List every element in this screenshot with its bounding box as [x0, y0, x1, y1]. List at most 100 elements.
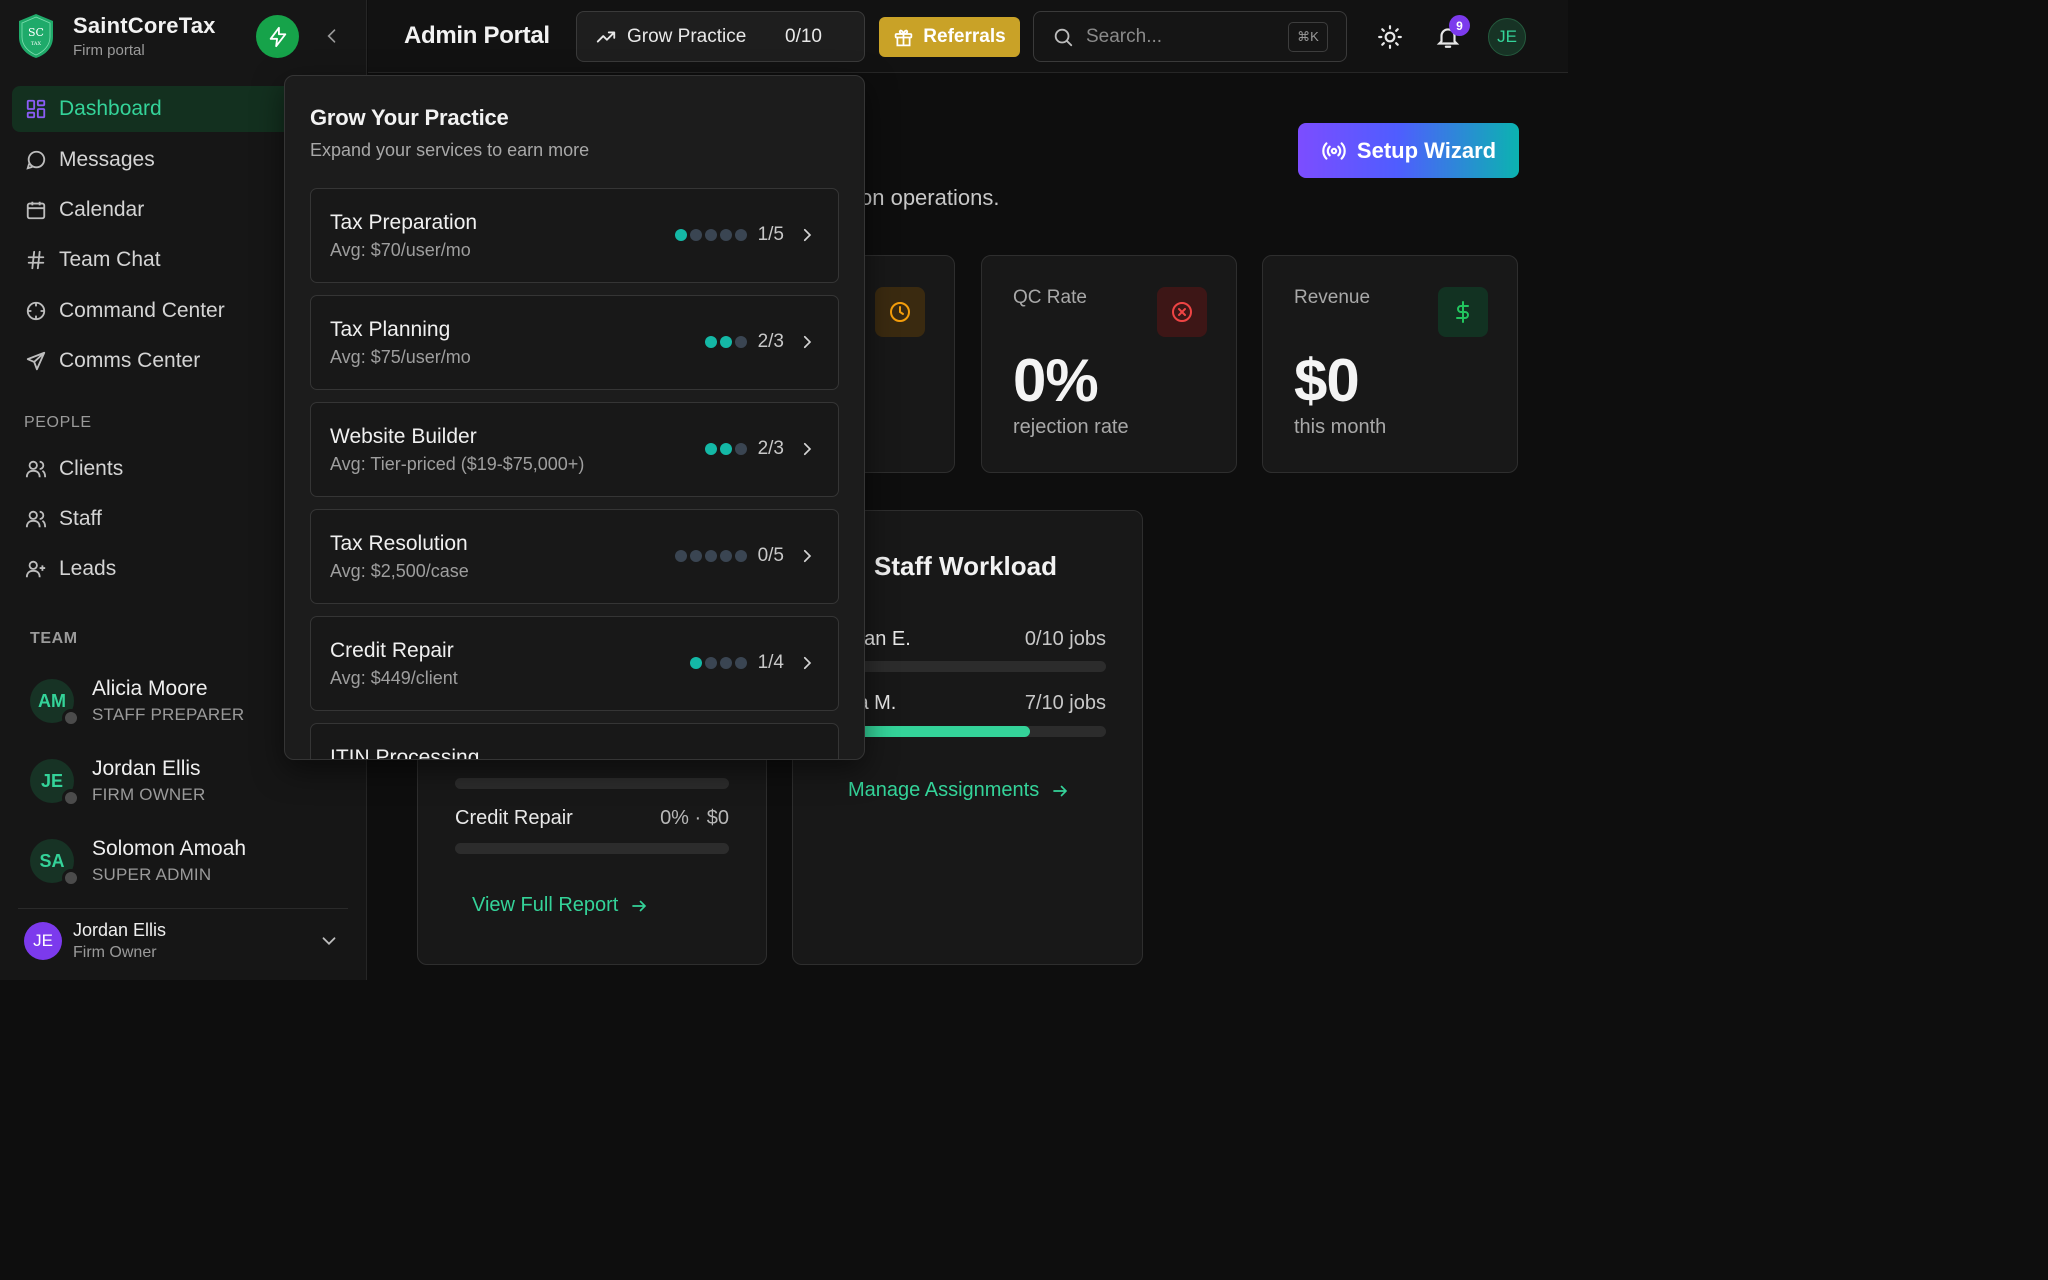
nav-label: Team Chat [59, 248, 161, 271]
service-item[interactable]: Tax Resolution Avg: $2,500/case 0/5 [310, 509, 839, 604]
stat-icon-box [875, 287, 925, 337]
bolt-icon [269, 26, 286, 47]
service-item[interactable]: Tax Preparation Avg: $70/user/mo 1/5 [310, 188, 839, 283]
chevron-left-icon [327, 29, 336, 43]
service-item[interactable]: ITIN Processing [310, 723, 839, 760]
progress-dot-filled [674, 229, 687, 241]
status-indicator [62, 789, 80, 807]
team-member-role: FIRM OWNER [92, 785, 206, 804]
service-avg-price: Avg: $70/user/mo [330, 240, 471, 260]
send-icon [24, 349, 48, 373]
progress-dots [702, 336, 747, 348]
setup-wizard-button[interactable]: Setup Wizard [1298, 123, 1519, 178]
service-count: 1/5 [757, 224, 784, 245]
progress-dot-empty [719, 229, 732, 241]
top-header: Admin Portal Grow Practice 0/10 Referral… [368, 0, 1568, 73]
service-avg-price: Avg: $449/client [330, 668, 458, 688]
chevron-down-icon[interactable] [318, 930, 340, 952]
dropdown-title: Grow Your Practice [310, 105, 509, 130]
team-member-name: Solomon Amoah [92, 837, 247, 860]
team-member-jordan[interactable]: JE Jordan Ellis FIRM OWNER [30, 757, 206, 807]
chevron-right-icon [803, 656, 812, 670]
gift-icon [895, 29, 913, 46]
current-user-menu[interactable]: JE Jordan Ellis Firm Owner [24, 920, 166, 962]
progress-dot-empty [734, 336, 747, 348]
stat-icon-box [1438, 287, 1488, 337]
nav-staff[interactable]: Staff [12, 496, 312, 542]
header-avatar[interactable]: JE [1488, 18, 1526, 56]
progress-dot-empty [719, 550, 732, 562]
view-full-report-link[interactable]: View Full Report [472, 894, 648, 917]
team-member-alicia[interactable]: AM Alicia Moore STAFF PREPARER [30, 677, 245, 727]
service-item[interactable]: Website Builder Avg: Tier-priced ($19-$75… [310, 402, 839, 497]
stat-note: rejection rate [1013, 416, 1129, 438]
team-member-role: STAFF PREPARER [92, 705, 245, 724]
broadcast-icon [1322, 141, 1346, 160]
search-input[interactable] [1086, 25, 1276, 48]
avatar: SA [30, 839, 80, 887]
stat-card-revenue: Revenue $0 this month [1262, 255, 1518, 473]
nav-command-center[interactable]: Command Center [12, 288, 312, 334]
brand[interactable]: SC TAX SaintCoreTax Firm portal [16, 12, 216, 60]
search-bar[interactable]: ⌘K [1033, 11, 1347, 62]
progress-bar [455, 843, 729, 854]
collapse-sidebar-button[interactable] [320, 24, 344, 48]
divider [18, 908, 348, 909]
nav-leads[interactable]: Leads [12, 546, 312, 592]
quick-action-button[interactable] [256, 15, 299, 58]
current-user-name: Jordan Ellis [73, 920, 167, 940]
nav-messages[interactable]: Messages [12, 137, 312, 183]
page-title: Admin Portal [404, 22, 550, 49]
team-member-solomon[interactable]: SA Solomon Amoah SUPER ADMIN [30, 837, 247, 887]
progress-dot-empty [734, 550, 747, 562]
referrals-button[interactable]: Referrals [879, 17, 1020, 57]
manage-assignments-link[interactable]: Manage Assignments [848, 779, 1069, 802]
nav-comms-center[interactable]: Comms Center [12, 338, 312, 384]
search-icon [1054, 28, 1073, 46]
workload-jobs: 7/10 jobs [1024, 692, 1106, 714]
nav-team-chat[interactable]: Team Chat [12, 237, 312, 283]
stat-card-qc-rate: QC Rate 0% rejection rate [981, 255, 1237, 473]
grow-practice-count: 0/10 [785, 25, 822, 47]
service-progress: 2/3 [702, 438, 816, 460]
chevron-right-icon [803, 335, 812, 349]
avatar: JE [30, 759, 80, 807]
avatar: JE [24, 922, 62, 960]
workload-bar-fill [853, 726, 1031, 737]
service-progress: 1/5 [672, 224, 816, 246]
link-label: Manage Assignments [848, 779, 1040, 801]
theme-toggle-button[interactable] [1376, 23, 1404, 51]
nav-label: Comms Center [59, 349, 201, 372]
dollar-icon [1456, 301, 1469, 323]
logo-text: SC [28, 26, 44, 39]
team-section-label: TEAM [30, 630, 78, 647]
progress-dots [702, 443, 747, 455]
brand-subtitle: Firm portal [73, 42, 145, 59]
stat-value: $0 [1294, 347, 1360, 414]
panel-title: Staff Workload [874, 551, 1057, 581]
progress-dot-filled [689, 657, 702, 669]
setup-wizard-label: Setup Wizard [1356, 137, 1497, 163]
team-member-role: SUPER ADMIN [92, 865, 212, 884]
service-item[interactable]: Tax Planning Avg: $75/user/mo 2/3 [310, 295, 839, 390]
progress-bar [455, 778, 729, 789]
nav-clients[interactable]: Clients [12, 446, 312, 492]
progress-dot-empty [689, 229, 702, 241]
service-count: 1/4 [757, 652, 784, 673]
progress-dot-empty [704, 229, 717, 241]
stat-note: this month [1294, 416, 1387, 438]
nav-label: Calendar [59, 198, 145, 221]
arrow-right-icon [1053, 785, 1068, 796]
service-item[interactable]: Credit Repair Avg: $449/client 1/4 [310, 616, 839, 711]
avatar-initials: AM [38, 690, 66, 711]
avatar-initials: JE [40, 770, 64, 791]
current-user-role: Firm Owner [73, 944, 157, 961]
nav-label: Messages [59, 148, 155, 171]
grow-practice-label: Grow Practice [627, 25, 747, 47]
grow-practice-button[interactable]: Grow Practice 0/10 [576, 11, 865, 62]
trending-up-icon [596, 30, 616, 42]
service-name: ITIN Processing [330, 746, 480, 760]
progress-dot-empty [719, 657, 732, 669]
nav-calendar[interactable]: Calendar [12, 187, 312, 233]
nav-dashboard[interactable]: Dashboard [12, 86, 312, 132]
